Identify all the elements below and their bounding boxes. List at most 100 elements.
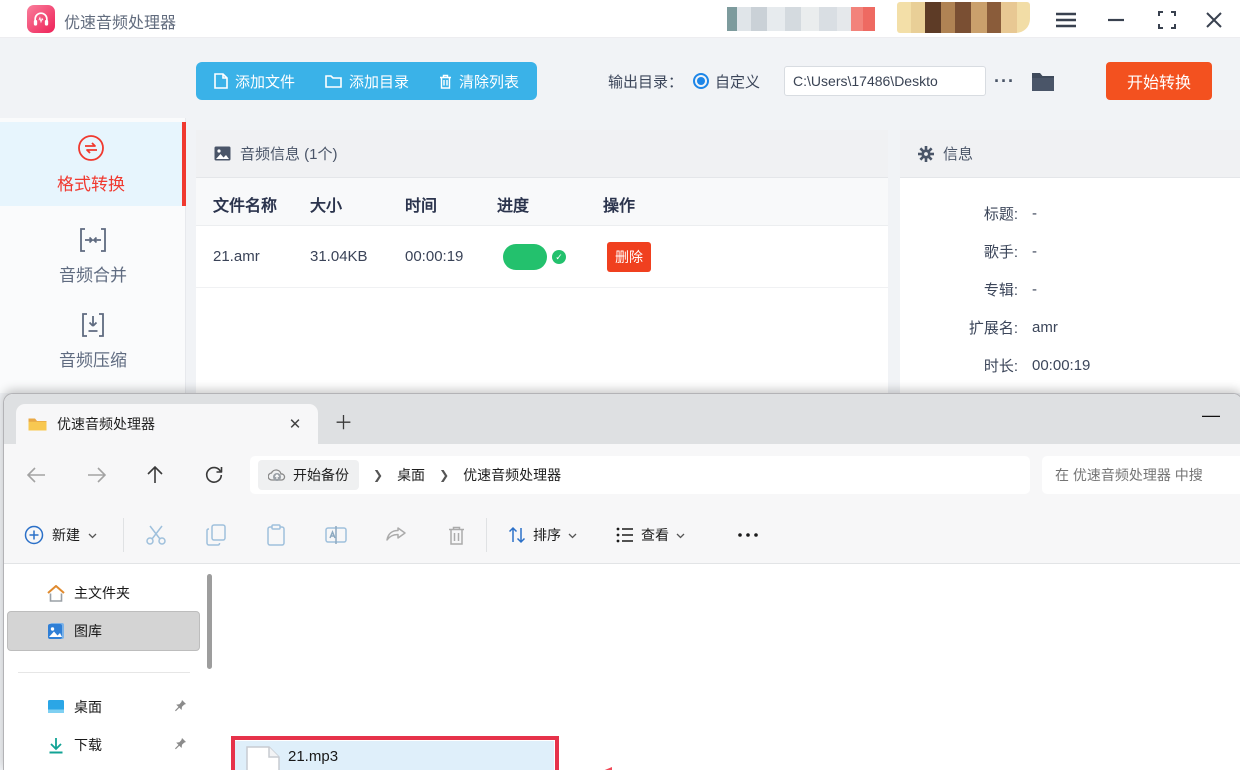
sidebar-divider bbox=[18, 672, 190, 673]
output-dir-label: 输出目录： bbox=[608, 73, 684, 91]
redacted-account-block bbox=[727, 7, 875, 31]
row-time: 00:00:19 bbox=[405, 248, 464, 265]
convert-icon bbox=[78, 134, 104, 161]
media-info-icon bbox=[214, 146, 231, 161]
col-time: 时间 bbox=[405, 198, 438, 215]
cut-icon[interactable] bbox=[144, 523, 168, 547]
chevron-down-icon bbox=[88, 533, 97, 539]
sidebar-item-home[interactable]: 主文件夹 bbox=[7, 577, 200, 609]
back-icon[interactable] bbox=[24, 463, 48, 487]
app-titlebar: 优速音频处理器 bbox=[0, 0, 1240, 38]
browse-more-button[interactable]: ··· bbox=[994, 71, 1015, 92]
up-icon[interactable] bbox=[143, 463, 167, 487]
app-logo-icon bbox=[27, 5, 55, 33]
backup-chip-label: 开始备份 bbox=[293, 467, 349, 483]
forward-icon[interactable] bbox=[84, 463, 108, 487]
progress-bar bbox=[503, 244, 547, 270]
new-tab-icon[interactable]: ＋ bbox=[334, 408, 353, 435]
progress-done-icon: ✓ bbox=[552, 250, 566, 264]
maximize-icon[interactable] bbox=[1154, 7, 1180, 33]
output-directory-row: 输出目录： 自定义 ··· 开始转换 bbox=[608, 62, 1212, 100]
merge-icon bbox=[80, 227, 106, 252]
gallery-icon bbox=[46, 622, 66, 640]
sidebar-item-audio-merge[interactable]: 音频合并 bbox=[0, 214, 186, 298]
home-icon bbox=[46, 584, 66, 602]
share-icon[interactable] bbox=[384, 523, 408, 547]
col-size: 大小 bbox=[310, 198, 343, 215]
delete-button[interactable]: 删除 bbox=[607, 242, 651, 272]
info-value-album: - bbox=[1032, 280, 1037, 298]
backup-chip[interactable]: 开始备份 bbox=[258, 460, 359, 490]
chevron-right-icon: ❯ bbox=[439, 468, 450, 482]
explorer-navbar: 开始备份 ❯ 桌面 ❯ 优速音频处理器 在 优速音频处理器 中搜 bbox=[4, 444, 1240, 506]
files-table-header: 文件名称 大小 时间 进度 操作 bbox=[196, 178, 888, 226]
sidebar-scrollbar[interactable] bbox=[207, 574, 212, 669]
file-explorer-window: 优速音频处理器 ✕ ＋ — 开始备份 ❯ 桌面 ❯ 优速音频处理器 在 优速音频… bbox=[3, 393, 1240, 770]
explorer-body: 主文件夹 图库 桌面 下载 21.mp3 bbox=[4, 564, 1240, 770]
info-label-artist: 歌手: bbox=[983, 243, 1018, 261]
compress-icon bbox=[82, 312, 104, 337]
info-label-album: 专辑: bbox=[983, 281, 1018, 299]
chevron-down-icon bbox=[676, 533, 685, 539]
files-panel-header: 音频信息 (1个) bbox=[196, 130, 888, 178]
breadcrumb-app-folder[interactable]: 优速音频处理器 bbox=[463, 465, 561, 485]
copy-icon[interactable] bbox=[204, 523, 228, 547]
start-convert-button[interactable]: 开始转换 bbox=[1106, 62, 1212, 100]
output-path-input[interactable] bbox=[784, 66, 987, 96]
add-file-button[interactable]: 添加文件 bbox=[214, 71, 295, 92]
chevron-down-icon bbox=[568, 533, 577, 539]
view-button[interactable]: 查看 bbox=[616, 520, 685, 550]
new-button[interactable]: 新建 bbox=[24, 520, 97, 550]
close-icon[interactable] bbox=[1201, 7, 1227, 33]
sidebar-item-audio-compress[interactable]: 音频压缩 bbox=[0, 299, 186, 383]
sidebar-item-gallery[interactable]: 图库 bbox=[7, 611, 200, 651]
table-row: 21.amr 31.04KB 00:00:19 ✓ 删除 bbox=[196, 226, 888, 288]
refresh-icon[interactable] bbox=[202, 463, 226, 487]
pin-icon bbox=[174, 699, 187, 715]
open-folder-icon[interactable] bbox=[1031, 71, 1055, 91]
info-label-title: 标题: bbox=[983, 205, 1018, 223]
info-label-ext: 扩展名: bbox=[968, 319, 1018, 337]
col-action: 操作 bbox=[603, 198, 636, 215]
folder-icon bbox=[28, 418, 47, 430]
explorer-tabbar: 优速音频处理器 ✕ ＋ — bbox=[4, 394, 1240, 444]
search-input[interactable]: 在 优速音频处理器 中搜 bbox=[1042, 456, 1240, 494]
address-bar[interactable]: 开始备份 ❯ 桌面 ❯ 优速音频处理器 bbox=[250, 456, 1030, 494]
info-label-duration: 时长: bbox=[983, 357, 1018, 375]
info-value-title: - bbox=[1032, 204, 1037, 222]
annotation-arrow-icon bbox=[562, 765, 742, 770]
custom-radio[interactable] bbox=[693, 73, 710, 89]
gear-icon bbox=[918, 145, 934, 162]
clear-list-button[interactable]: 清除列表 bbox=[439, 71, 519, 92]
col-filename: 文件名称 bbox=[213, 198, 278, 215]
custom-radio-label: 自定义 bbox=[715, 73, 761, 91]
tab-close-icon[interactable]: ✕ bbox=[284, 415, 306, 433]
row-size: 31.04KB bbox=[310, 248, 368, 265]
sort-button[interactable]: 排序 bbox=[508, 520, 577, 550]
file-plus-icon bbox=[214, 73, 228, 89]
col-progress: 进度 bbox=[497, 198, 530, 215]
delete-icon[interactable] bbox=[444, 523, 468, 547]
files-panel-title: 音频信息 (1个) bbox=[240, 146, 338, 163]
sidebar-item-format-convert[interactable]: 格式转换 bbox=[0, 122, 186, 206]
breadcrumb-desktop[interactable]: 桌面 bbox=[397, 465, 425, 485]
file-actions-toolbar: 添加文件 添加目录 清除列表 bbox=[196, 62, 538, 100]
add-folder-button[interactable]: 添加目录 bbox=[325, 71, 409, 92]
redacted-badge-block bbox=[897, 2, 1030, 33]
explorer-minimize-icon[interactable]: — bbox=[1202, 405, 1220, 426]
sidebar-item-downloads[interactable]: 下载 bbox=[7, 729, 200, 761]
rename-icon[interactable] bbox=[324, 523, 348, 547]
trash-icon bbox=[440, 74, 452, 89]
explorer-sidebar: 主文件夹 图库 桌面 下载 bbox=[4, 564, 214, 770]
info-value-duration: 00:00:19 bbox=[1032, 356, 1091, 374]
paste-icon[interactable] bbox=[264, 523, 288, 547]
plus-circle-icon bbox=[24, 525, 44, 545]
minimize-icon[interactable] bbox=[1103, 7, 1129, 33]
more-options-icon[interactable] bbox=[736, 523, 760, 547]
sidebar-item-desktop[interactable]: 桌面 bbox=[7, 691, 200, 723]
sort-icon bbox=[508, 526, 526, 544]
annotation-rectangle bbox=[231, 736, 559, 770]
explorer-tab[interactable]: 优速音频处理器 ✕ bbox=[16, 404, 318, 444]
row-filename: 21.amr bbox=[213, 248, 260, 265]
menu-icon[interactable] bbox=[1053, 7, 1079, 33]
